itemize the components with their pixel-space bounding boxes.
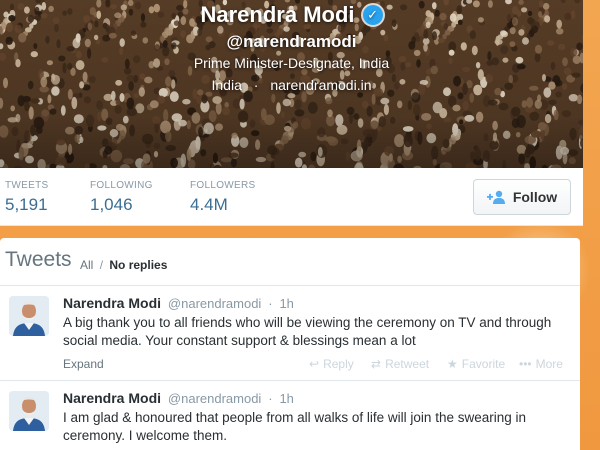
profile-bio: Prime Minister-Designate, India — [193, 55, 390, 71]
follow-button-label: Follow — [512, 189, 558, 205]
expand-link[interactable]: Expand — [63, 357, 104, 371]
tweet-text: A big thank you to all friends who will … — [63, 315, 552, 348]
tweet-header: Narendra Modi @narendramodi · 1h — [63, 295, 294, 311]
avatar-image — [9, 391, 49, 431]
profile-stats-bar: TWEETS 5,191 FOLLOWING 1,046 FOLLOWERS 4… — [0, 168, 583, 226]
stat-followers-label: FOLLOWERS — [190, 180, 256, 191]
tweet-text: I am glad & honoured that people from al… — [63, 410, 526, 443]
tweet-actions: Expand ↩ Reply ⇄ Retweet ★ Favorite ••• More — [63, 357, 573, 373]
tweet-separator: · — [268, 296, 273, 311]
tweet-author-name[interactable]: Narendra Modi — [63, 295, 161, 311]
tweet-author-name[interactable]: Narendra Modi — [63, 390, 161, 406]
tweet-timestamp[interactable]: 1h — [279, 391, 293, 406]
stat-following-value: 1,046 — [90, 195, 133, 214]
tweet-author-handle[interactable]: @narendramodi — [168, 391, 261, 406]
profile-website-link[interactable]: narendramodi.in — [270, 77, 371, 93]
tweets-header: Tweets All / No replies — [0, 238, 580, 286]
retweet-label: Retweet — [385, 357, 430, 371]
avatar[interactable] — [9, 391, 49, 431]
profile-meta: India · narendramodi.in — [0, 77, 583, 93]
filter-all-link[interactable]: All — [80, 258, 93, 272]
reply-label: Reply — [323, 357, 354, 371]
stat-tweets[interactable]: TWEETS 5,191 — [5, 180, 48, 215]
tweets-filter: All / No replies — [80, 258, 167, 272]
stat-following[interactable]: FOLLOWING 1,046 — [90, 180, 153, 215]
tweet-author-handle[interactable]: @narendramodi — [168, 296, 261, 311]
tweets-panel: Tweets All / No replies Narendra Modi @n… — [0, 238, 580, 450]
profile-header: Narendra Modi ✓ @narendramodi Prime Mini… — [0, 0, 583, 168]
stat-tweets-label: TWEETS — [5, 180, 49, 191]
filter-separator: / — [99, 258, 104, 272]
avatar[interactable] — [9, 296, 49, 336]
stat-tweets-value: 5,191 — [5, 195, 48, 214]
stat-followers-value: 4.4M — [190, 195, 228, 214]
tweet-header: Narendra Modi @narendramodi · 1h — [63, 390, 294, 406]
retweet-icon: ⇄ — [371, 357, 382, 371]
verified-badge-icon: ✓ — [362, 5, 383, 25]
tweet-item[interactable]: Narendra Modi @narendramodi · 1h A big t… — [0, 286, 580, 381]
profile-location: India — [211, 77, 242, 93]
add-user-icon — [486, 190, 505, 204]
profile-name-row: Narendra Modi ✓ — [0, 2, 583, 28]
more-action[interactable]: ••• More — [519, 357, 563, 371]
meta-separator: · — [253, 77, 259, 93]
more-label: More — [535, 357, 563, 371]
favorite-label: Favorite — [461, 357, 506, 371]
more-icon: ••• — [519, 357, 532, 371]
tweet-item[interactable]: Narendra Modi @narendramodi · 1h I am gl… — [0, 381, 580, 450]
star-icon: ★ — [447, 357, 458, 371]
reply-icon: ↩ — [309, 357, 320, 371]
retweet-action[interactable]: ⇄ Retweet — [371, 357, 429, 371]
favorite-action[interactable]: ★ Favorite — [447, 357, 505, 371]
profile-handle[interactable]: @narendramodi — [0, 32, 583, 52]
reply-action[interactable]: ↩ Reply — [309, 357, 354, 371]
follow-button[interactable]: Follow — [473, 179, 571, 215]
tweet-separator: · — [268, 391, 273, 406]
avatar-image — [9, 296, 49, 336]
tweets-title: Tweets — [5, 248, 72, 271]
stat-following-label: FOLLOWING — [90, 180, 153, 191]
stat-followers[interactable]: FOLLOWERS 4.4M — [190, 180, 256, 215]
tweet-timestamp[interactable]: 1h — [279, 296, 293, 311]
filter-no-replies[interactable]: No replies — [109, 258, 167, 272]
profile-name[interactable]: Narendra Modi — [200, 2, 354, 28]
